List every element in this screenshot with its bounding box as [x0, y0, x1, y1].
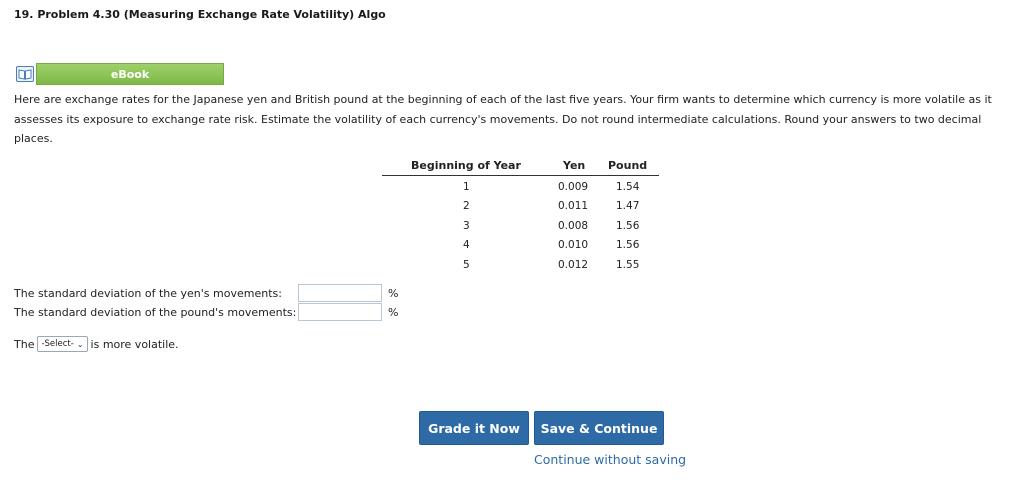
yen-std-dev-label: The standard deviation of the yen's move…	[14, 287, 282, 300]
more-volatile-question: The -Select- ⌄ is more volatile.	[14, 336, 179, 352]
book-icon[interactable]	[16, 66, 34, 82]
year-cell: 5	[463, 259, 470, 271]
pound-cell: 1.56	[616, 239, 640, 251]
pound-cell: 1.54	[616, 181, 640, 193]
exchange-rate-table: Beginning of Year Yen Pound 1 0.009 1.54…	[382, 156, 659, 276]
volatile-prefix: The	[14, 337, 35, 351]
instructions-text: Here are exchange rates for the Japanese…	[14, 93, 992, 145]
header-yen: Yen	[563, 159, 586, 172]
yen-cell: 0.012	[558, 259, 589, 271]
year-cell: 2	[463, 200, 470, 212]
chevron-down-icon: ⌄	[76, 339, 84, 349]
pound-std-dev-input[interactable]	[298, 303, 382, 321]
yen-cell: 0.009	[558, 181, 589, 193]
problem-title: 19. Problem 4.30 (Measuring Exchange Rat…	[14, 8, 386, 21]
yen-cell: 0.011	[558, 200, 589, 212]
header-pound: Pound	[608, 159, 648, 172]
pound-std-dev-label: The standard deviation of the pound's mo…	[14, 306, 297, 319]
ebook-button[interactable]: eBook	[36, 63, 224, 85]
year-cell: 1	[463, 181, 470, 193]
yen-percent-unit: %	[388, 287, 399, 300]
pound-cell: 1.47	[616, 200, 640, 212]
volatile-suffix: is more volatile.	[90, 337, 179, 351]
currency-select[interactable]: -Select- ⌄	[37, 336, 88, 352]
year-cell: 4	[463, 239, 470, 251]
yen-cell: 0.008	[558, 220, 589, 232]
ebook-button-label: eBook	[110, 67, 150, 81]
continue-without-saving-link[interactable]: Continue without saving	[534, 452, 686, 467]
save-and-continue-label: Save & Continue	[540, 420, 658, 436]
table-header-divider	[382, 175, 659, 176]
currency-select-value: -Select-	[41, 339, 74, 349]
grade-it-now-button[interactable]: Grade it Now	[419, 411, 529, 445]
save-and-continue-button[interactable]: Save & Continue	[534, 411, 664, 445]
pound-cell: 1.55	[616, 259, 640, 271]
year-cell: 3	[463, 220, 470, 232]
pound-cell: 1.56	[616, 220, 640, 232]
pound-percent-unit: %	[388, 306, 399, 319]
yen-std-dev-input[interactable]	[298, 284, 382, 302]
grade-it-now-label: Grade it Now	[428, 420, 520, 436]
yen-cell: 0.010	[558, 239, 589, 251]
header-beginning-of-year: Beginning of Year	[411, 159, 521, 172]
